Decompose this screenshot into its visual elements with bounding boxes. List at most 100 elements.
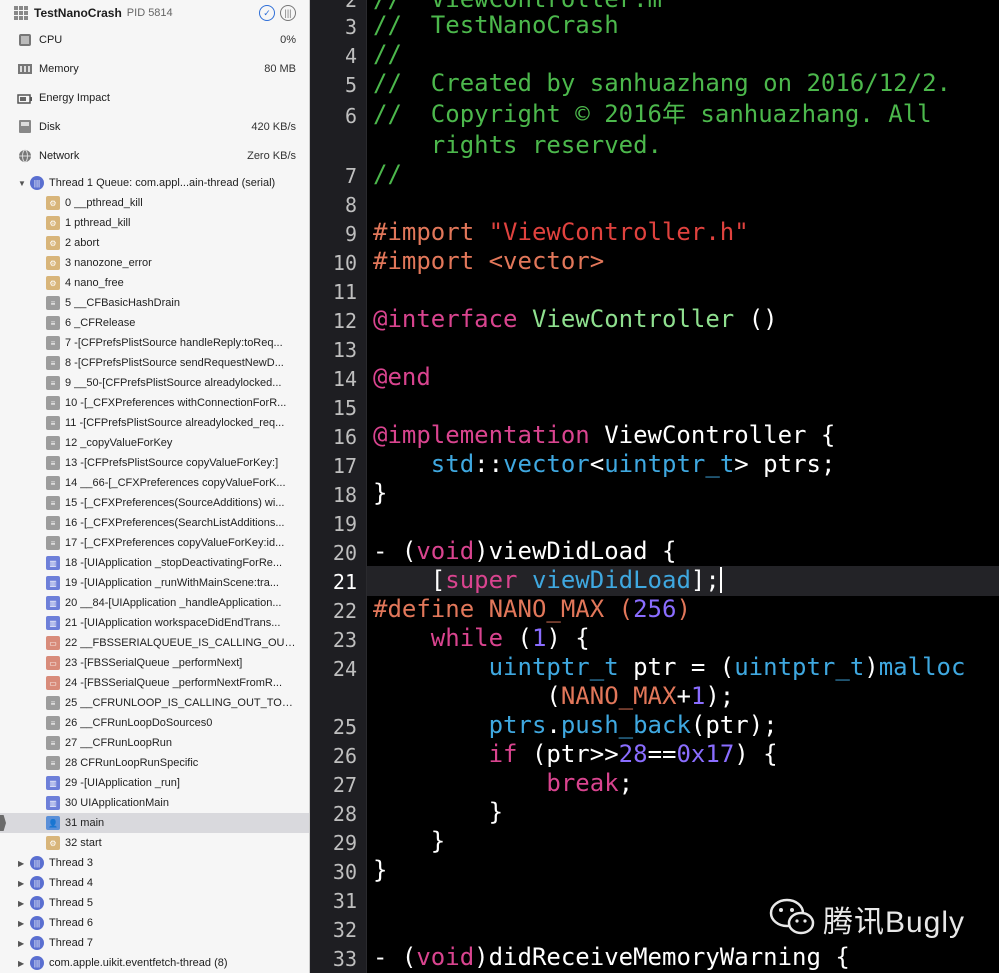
- stack-frame-row[interactable]: ▭ 23 -[FBSSerialQueue _performNext]: [0, 653, 309, 673]
- line-number[interactable]: 24: [311, 657, 357, 681]
- line-number[interactable]: 27: [311, 773, 357, 797]
- stack-frame-row[interactable]: ≡ 16 -[_CFXPreferences(SearchListAddition…: [0, 513, 309, 533]
- memory-graph-icon[interactable]: ✓: [259, 5, 275, 21]
- stack-frame-row[interactable]: 👤 31 main: [0, 813, 309, 833]
- line-number[interactable]: 9: [311, 222, 357, 246]
- stack-frame-row[interactable]: ⚙ 0 __pthread_kill: [0, 193, 309, 213]
- stack-frame-row[interactable]: ⚙ 1 pthread_kill: [0, 213, 309, 233]
- stack-frame-row[interactable]: ≡ 5 __CFBasicHashDrain: [0, 293, 309, 313]
- line-number[interactable]: 19: [311, 512, 357, 536]
- cpu-icon: [16, 32, 34, 47]
- stack-frame-row[interactable]: ≡ 12 _copyValueForKey: [0, 433, 309, 453]
- line-number[interactable]: 6: [311, 104, 357, 128]
- token: NANO_MAX: [488, 595, 605, 623]
- line-number[interactable]: 22: [311, 599, 357, 623]
- gauge-memory[interactable]: Memory 80 MB: [0, 54, 309, 83]
- stack-frame-row[interactable]: ▥ 21 -[UIApplication workspaceDidEndTrans…: [0, 613, 309, 633]
- disclosure-closed-icon[interactable]: ▶: [18, 899, 28, 908]
- line-number[interactable]: 18: [311, 483, 357, 507]
- line-number[interactable]: 8: [311, 193, 357, 217]
- gauge-energy[interactable]: Energy Impact: [0, 83, 309, 112]
- thread-row[interactable]: ▶ ||| Thread 5: [0, 893, 309, 913]
- stack-frame-row[interactable]: ⚙ 32 start: [0, 833, 309, 853]
- line-number[interactable]: 14: [311, 367, 357, 391]
- stack-frame-row[interactable]: ≡ 10 -[_CFXPreferences withConnectionForR…: [0, 393, 309, 413]
- line-number[interactable]: 21: [311, 570, 357, 594]
- stack-frame-row[interactable]: ≡ 14 __66-[_CFXPreferences copyValueForK.…: [0, 473, 309, 493]
- stack-frame-row[interactable]: ≡ 9 __50-[CFPrefsPlistSource alreadylocke…: [0, 373, 309, 393]
- stack-frame-row[interactable]: ⚙ 3 nanozone_error: [0, 253, 309, 273]
- disclosure-closed-icon[interactable]: ▶: [18, 919, 28, 928]
- line-number[interactable]: 5: [311, 73, 357, 97]
- line-number[interactable]: 2: [311, 0, 357, 12]
- stack-frame-row[interactable]: ≡ 6 _CFRelease: [0, 313, 309, 333]
- thread-row[interactable]: ▶ ||| Thread 4: [0, 873, 309, 893]
- gauge-value: 0%: [280, 33, 296, 46]
- stack-frame-row[interactable]: ≡ 25 __CFRUNLOOP_IS_CALLING_OUT_TO_A...: [0, 693, 309, 713]
- stack-frame-row[interactable]: ≡ 17 -[_CFXPreferences copyValueForKey:id…: [0, 533, 309, 553]
- disclosure-open-icon[interactable]: ▼: [18, 179, 28, 188]
- stack-frame-row[interactable]: ≡ 26 __CFRunLoopDoSources0: [0, 713, 309, 733]
- disclosure-closed-icon[interactable]: ▶: [18, 859, 28, 868]
- stack-frame-row[interactable]: ▥ 20 __84-[UIApplication _handleApplicati…: [0, 593, 309, 613]
- line-number[interactable]: 28: [311, 802, 357, 826]
- stack-frame-row[interactable]: ⚙ 4 nano_free: [0, 273, 309, 293]
- line-number-gutter[interactable]: 2 3 4 5 6 7 8 9 10 11 12 13 14 15 16 17 18 19 20 21 22 23 24 25…: [311, 0, 367, 973]
- stack-frame-row[interactable]: ▭ 24 -[FBSSerialQueue _performNextFromR..…: [0, 673, 309, 693]
- line-number[interactable]: 16: [311, 425, 357, 449]
- stack-frame-row[interactable]: ≡ 13 -[CFPrefsPlistSource copyValueForKey…: [0, 453, 309, 473]
- stack-frame-row[interactable]: ≡ 7 -[CFPrefsPlistSource handleReply:toRe…: [0, 333, 309, 353]
- stack-frame-row[interactable]: ≡ 11 -[CFPrefsPlistSource alreadylocked_r…: [0, 413, 309, 433]
- line-number[interactable]: 32: [311, 918, 357, 942]
- gauge-disk[interactable]: Disk 420 KB/s: [0, 112, 309, 141]
- stack-frame-row[interactable]: ▥ 29 -[UIApplication _run]: [0, 773, 309, 793]
- gauge-cpu[interactable]: CPU 0%: [0, 25, 309, 54]
- line-number[interactable]: 17: [311, 454, 357, 478]
- stack-frame-row[interactable]: ≡ 27 __CFRunLoopRun: [0, 733, 309, 753]
- stack-frame-row[interactable]: ≡ 15 -[_CFXPreferences(SourceAdditions) w…: [0, 493, 309, 513]
- stack-frame-row[interactable]: ▥ 30 UIApplicationMain: [0, 793, 309, 813]
- token: (ptr);: [690, 711, 778, 739]
- line-number[interactable]: 10: [311, 251, 357, 275]
- disclosure-closed-icon[interactable]: ▶: [18, 879, 28, 888]
- thread-row[interactable]: ▶ ||| Thread 3: [0, 853, 309, 873]
- framework-frame-icon: ≡: [46, 716, 60, 730]
- line-number[interactable]: 15: [311, 396, 357, 420]
- line-number[interactable]: 7: [311, 164, 357, 188]
- line-number[interactable]: 26: [311, 744, 357, 768]
- line-number[interactable]: 25: [311, 715, 357, 739]
- stack-frame-row[interactable]: ≡ 8 -[CFPrefsPlistSource sendRequestNewD.…: [0, 353, 309, 373]
- text-caret: [719, 567, 722, 593]
- thread-view-icon[interactable]: |||: [280, 5, 296, 21]
- thread-1-row[interactable]: ▼ ||| Thread 1 Queue: com.appl...ain-thr…: [0, 173, 309, 193]
- code-editor[interactable]: 2 3 4 5 6 7 8 9 10 11 12 13 14 15 16 17 18 19 20 21 22 23 24 25…: [311, 0, 999, 973]
- line-number[interactable]: 23: [311, 628, 357, 652]
- line-number[interactable]: 13: [311, 338, 357, 362]
- stack-frame-row[interactable]: ⚙ 2 abort: [0, 233, 309, 253]
- stack-frame-label: 4 nano_free: [65, 277, 124, 289]
- thread-row[interactable]: ▶ ||| Thread 7: [0, 933, 309, 953]
- line-number[interactable]: 4: [311, 44, 357, 68]
- stack-frame-row[interactable]: ▥ 18 -[UIApplication _stopDeactivatingFor…: [0, 553, 309, 573]
- token: void: [416, 537, 475, 565]
- disclosure-closed-icon[interactable]: ▶: [18, 939, 28, 948]
- line-number[interactable]: 30: [311, 860, 357, 884]
- stack-frame-row[interactable]: ▥ 19 -[UIApplication _runWithMainScene:tr…: [0, 573, 309, 593]
- thread-row[interactable]: ▶ ||| Thread 6: [0, 913, 309, 933]
- line-number[interactable]: 20: [311, 541, 357, 565]
- process-row[interactable]: TestNanoCrash PID 5814 ✓ |||: [0, 0, 309, 26]
- disclosure-closed-icon[interactable]: ▶: [18, 959, 28, 968]
- stack-frame-row[interactable]: ≡ 28 CFRunLoopRunSpecific: [0, 753, 309, 773]
- line-number[interactable]: 11: [311, 280, 357, 304]
- line-number[interactable]: 3: [311, 15, 357, 39]
- thread-row[interactable]: ▶ ||| com.apple.uikit.eventfetch-thread (8…: [0, 953, 309, 973]
- stack-frame-row[interactable]: ▭ 22 __FBSSERIALQUEUE_IS_CALLING_OUT_...: [0, 633, 309, 653]
- line-number[interactable]: 33: [311, 947, 357, 971]
- line-number[interactable]: 12: [311, 309, 357, 333]
- line-number[interactable]: 29: [311, 831, 357, 855]
- gauge-network[interactable]: Network Zero KB/s: [0, 141, 309, 170]
- line-number[interactable]: 31: [311, 889, 357, 913]
